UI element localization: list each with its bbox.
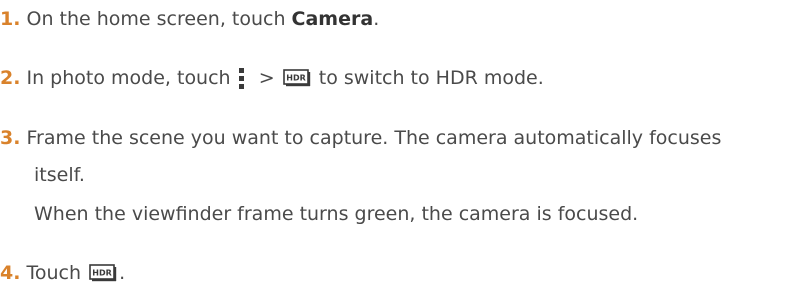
step-bold-text: Camera [291, 8, 374, 30]
more-vertical-icon [238, 66, 245, 90]
step-text: In photo mode, touch [26, 67, 231, 89]
step-number: 4. [0, 262, 21, 284]
step-number: 1. [0, 8, 21, 30]
step-text: On the home screen, touch [26, 8, 292, 30]
svg-text:HDR: HDR [92, 269, 112, 278]
step-4: 4. Touch HDR . [0, 261, 125, 285]
step-text: Touch [26, 262, 82, 284]
hdr-icon: HDR [89, 264, 117, 282]
step-text: Frame the scene you want to capture. The… [26, 127, 722, 149]
step-3-continuation: itself. [34, 164, 85, 186]
step-number: 2. [0, 67, 21, 89]
step-separator: > [258, 67, 275, 89]
step-text-end: . [119, 262, 126, 284]
step-2: 2. In photo mode, touch > HDR to switch … [0, 66, 544, 90]
step-3: 3. Frame the scene you want to capture. … [0, 126, 721, 150]
step-text-end: . [373, 8, 380, 30]
svg-text:HDR: HDR [286, 74, 306, 83]
hdr-icon: HDR [282, 69, 310, 87]
step-1: 1. On the home screen, touch Camera. [0, 7, 379, 31]
step-number: 3. [0, 127, 21, 149]
step-text-end: to switch to HDR mode. [318, 67, 544, 89]
step-3-note: When the viewfinder frame turns green, t… [34, 203, 639, 225]
